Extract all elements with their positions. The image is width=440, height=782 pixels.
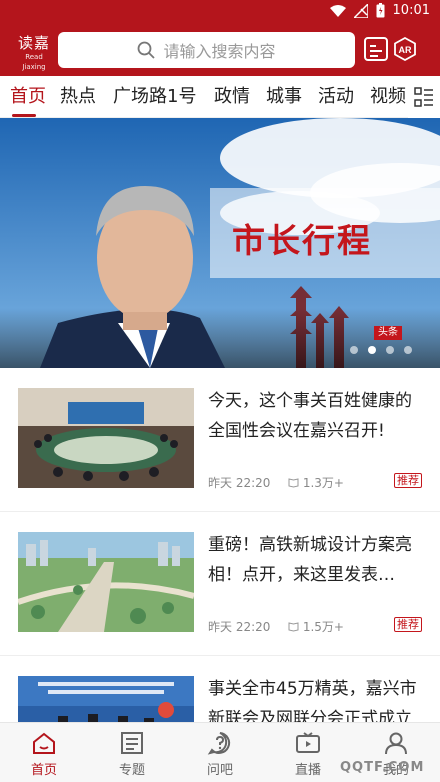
watermark: QQTF.COM xyxy=(340,760,425,775)
wifi-icon xyxy=(329,4,346,17)
nav-home[interactable]: 首页 xyxy=(0,723,88,782)
ar-label: AR xyxy=(399,45,412,55)
news-view-count: 1.3万+ xyxy=(302,476,344,490)
news-views: 1.5万+ xyxy=(288,618,344,635)
status-time: 10:01 xyxy=(392,3,430,18)
news-title: 今天，这个事关百姓健康的全国性会议在嘉兴召开! xyxy=(208,391,412,441)
tab-events[interactable]: 活动 xyxy=(318,84,354,110)
tab-list: 首页 热点 广场路1号 政情 城事 活动 视频 xyxy=(0,76,408,118)
carousel-dots xyxy=(350,346,412,354)
carousel-dot[interactable] xyxy=(350,346,358,354)
topic-icon xyxy=(121,732,143,754)
nav-live-label: 直播 xyxy=(294,763,321,778)
news-item[interactable]: 今天，这个事关百姓健康的全国性会议在嘉兴召开! 昨天 22:20 1.3万+ 推… xyxy=(0,368,440,512)
ar-icon[interactable]: AR xyxy=(393,36,417,62)
app-root: 10:01 读嘉 Read Jiaxing 请输入搜索内容 AR 首页 热点 广… xyxy=(0,0,440,782)
battery-icon xyxy=(376,3,385,18)
news-view-count: 1.5万+ xyxy=(302,620,344,634)
news-thumbnail xyxy=(18,532,194,632)
user-icon xyxy=(385,732,407,755)
news-item[interactable]: 重磅！高铁新城设计方案亮相！点开，来这里发表… 昨天 22:20 1.5万+ 推… xyxy=(0,512,440,656)
read-icon xyxy=(288,622,299,632)
search-bar[interactable]: 请输入搜索内容 xyxy=(58,32,355,68)
tab-menu-icon[interactable] xyxy=(408,76,440,118)
app-logo[interactable]: 读嘉 Read Jiaxing xyxy=(14,34,54,71)
tab-politics[interactable]: 政情 xyxy=(214,84,250,110)
news-time: 昨天 22:20 xyxy=(208,620,271,634)
carousel-dot[interactable] xyxy=(368,346,376,354)
nav-home-label: 首页 xyxy=(30,763,57,778)
nav-ask[interactable]: 问吧 xyxy=(176,723,264,782)
category-tabs: 首页 热点 广场路1号 政情 城事 活动 视频 xyxy=(0,76,440,118)
status-bar: 10:01 xyxy=(0,0,440,24)
nav-ask-label: 问吧 xyxy=(206,763,233,778)
news-meta: 昨天 22:20 1.5万+ 推荐 xyxy=(208,616,422,634)
tab-home[interactable]: 首页 xyxy=(10,84,46,110)
recommend-tag: 推荐 xyxy=(394,473,422,488)
tab-video[interactable]: 视频 xyxy=(370,84,406,110)
nav-live[interactable]: 直播 xyxy=(264,723,352,782)
carousel-dot[interactable] xyxy=(404,346,412,354)
headline-banner[interactable]: 市长行程 头条 xyxy=(0,118,440,368)
headline-badge: 头条 xyxy=(374,326,402,340)
logo-subtext: Read Jiaxing xyxy=(22,53,46,71)
active-tab-indicator xyxy=(12,114,36,117)
logo-text: 读嘉 xyxy=(17,34,50,52)
no-signal-icon xyxy=(353,3,368,18)
news-title: 重磅！高铁新城设计方案亮相！点开，来这里发表… xyxy=(208,535,412,585)
tab-square-road[interactable]: 广场路1号 xyxy=(113,84,196,110)
news-views: 1.3万+ xyxy=(288,474,344,491)
nav-topics-label: 专题 xyxy=(118,763,145,778)
nav-topics[interactable]: 专题 xyxy=(88,723,176,782)
search-placeholder: 请输入搜索内容 xyxy=(163,42,276,61)
tab-hot[interactable]: 热点 xyxy=(60,84,96,110)
read-icon xyxy=(288,478,299,488)
question-icon xyxy=(207,732,231,755)
tab-city[interactable]: 城事 xyxy=(266,84,302,110)
news-meta: 昨天 22:20 1.3万+ 推荐 xyxy=(208,472,422,490)
app-header: 读嘉 Read Jiaxing 请输入搜索内容 AR xyxy=(0,24,440,76)
news-time: 昨天 22:20 xyxy=(208,476,271,490)
banner-title: 市长行程 xyxy=(232,221,372,260)
recommend-tag: 推荐 xyxy=(394,617,422,632)
home-icon xyxy=(33,732,55,754)
profile-card-icon[interactable] xyxy=(364,37,388,61)
news-thumbnail xyxy=(18,388,194,488)
search-icon xyxy=(138,41,156,59)
status-icons: 10:01 xyxy=(329,3,430,18)
live-icon xyxy=(296,732,320,753)
carousel-dot[interactable] xyxy=(386,346,394,354)
